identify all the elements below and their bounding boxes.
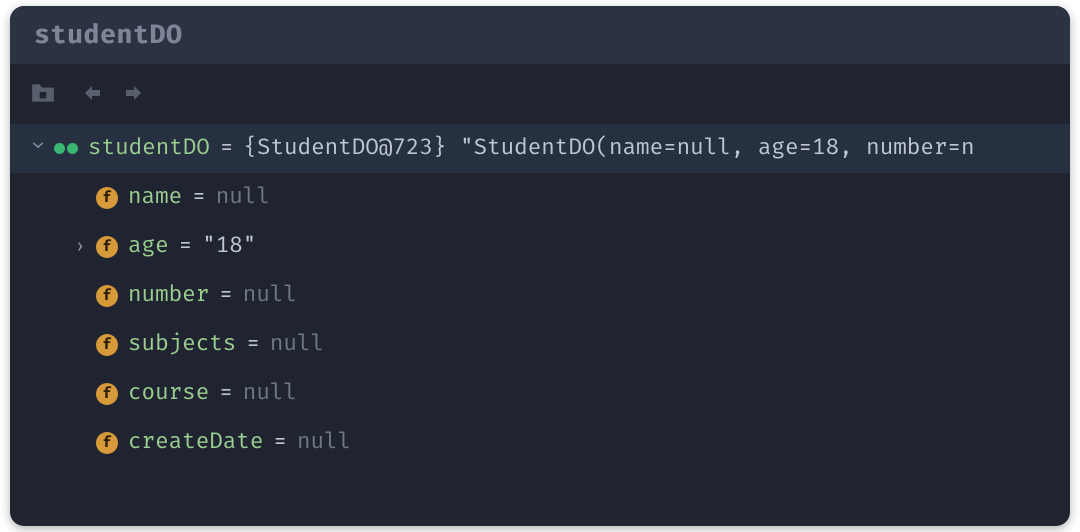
field-icon: f [96,236,118,258]
chevron-down-icon[interactable]: ⌄ [28,138,48,160]
field-row-age[interactable]: › fage="18" [10,222,1070,271]
arrow-left-icon[interactable] [78,81,102,105]
tree-root-row[interactable]: ⌄ studentDO = {StudentDO@723} "StudentDO… [10,124,1070,173]
field-name: number [128,282,209,308]
root-var-name: studentDO [88,135,210,161]
equals-sign: = [263,429,297,455]
toolbar [10,64,1070,122]
field-name: subjects [128,331,236,357]
root-reference: {StudentDO@723} [243,135,446,161]
field-value: null [243,380,297,406]
field-row-course[interactable]: fcourse=null [10,369,1070,418]
field-row-name[interactable]: fname=null [10,173,1070,222]
field-row-createDate[interactable]: f createDate=null [10,418,1070,467]
panel-title: studentDO [10,6,1070,64]
field-value: null [243,282,297,308]
root-tostring: "StudentDO(name=null, age=18, number=n [460,135,974,161]
variable-tree: ⌄ studentDO = {StudentDO@723} "StudentDO… [10,122,1070,473]
folder-close-icon[interactable] [30,82,56,104]
field-value: "18" [202,233,256,259]
equals-sign: = [182,184,216,210]
field-value: null [297,429,351,455]
field-icon: f [96,432,118,454]
field-row-subjects[interactable]: f subjects=null [10,320,1070,369]
equals-sign: = [209,380,243,406]
arrow-right-icon[interactable] [124,81,148,105]
field-name: name [128,184,182,210]
field-icon: f [96,334,118,356]
field-name: age [128,233,169,259]
field-value: null [270,331,324,357]
watch-glasses-icon [54,143,78,154]
field-name: course [128,380,209,406]
equals-sign: = [210,135,244,161]
field-name: createDate [128,429,263,455]
field-value: null [216,184,270,210]
equals-sign: = [209,282,243,308]
equals-sign: = [169,233,203,259]
debugger-panel: studentDO ⌄ studentDO = {StudentDO@723} … [10,6,1070,526]
chevron-right-icon[interactable]: › [70,236,90,258]
title-text: studentDO [34,19,183,51]
field-icon: f [96,285,118,307]
field-icon: f [96,383,118,405]
field-row-number[interactable]: fnumber=null [10,271,1070,320]
field-icon: f [96,187,118,209]
equals-sign: = [236,331,270,357]
